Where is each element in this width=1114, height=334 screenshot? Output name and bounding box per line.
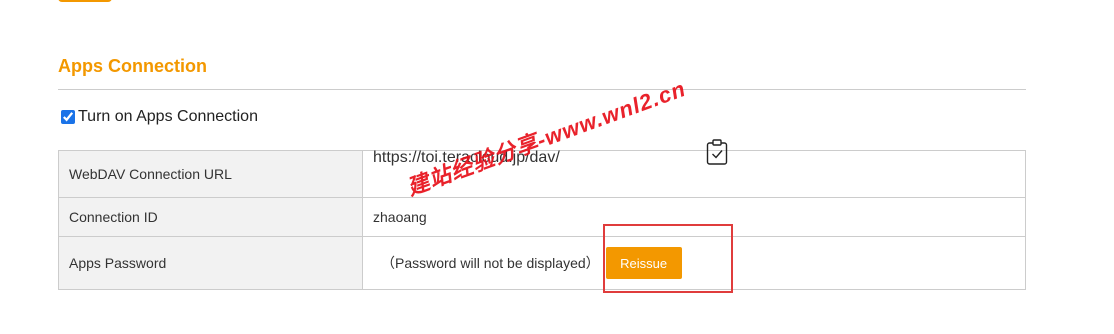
webdav-url-label: WebDAV Connection URL [58,150,363,198]
connection-settings-table: WebDAV Connection URL https://toi.teracl… [58,139,1026,290]
connection-id-label: Connection ID [58,197,363,237]
apps-connection-toggle[interactable]: Turn on Apps Connection [61,108,258,126]
connection-id-value: zhaoang [362,197,1026,237]
section-title: Apps Connection [58,56,207,76]
apps-connection-checkbox[interactable] [61,110,75,124]
table-row: WebDAV Connection URL https://toi.teracl… [58,139,1026,198]
apps-password-cell: （Password will not be displayed） Reissue [362,236,1026,290]
table-row: Connection ID zhaoang [58,197,1026,237]
webdav-url-cell: https://toi.teracloud.jp/dav/ [362,139,1026,198]
section-divider [58,89,1026,90]
table-row: Apps Password （Password will not be disp… [58,236,1026,290]
password-hidden-note: （Password will not be displayed） [381,255,600,271]
webdav-url-value: https://toi.teracloud.jp/dav/ [373,149,560,166]
apps-password-label: Apps Password [58,236,363,290]
clipboard-check-icon[interactable] [705,138,729,166]
apps-connection-toggle-label: Turn on Apps Connection [78,108,258,125]
top-button-stub[interactable] [58,0,112,2]
reissue-button[interactable]: Reissue [605,247,682,279]
